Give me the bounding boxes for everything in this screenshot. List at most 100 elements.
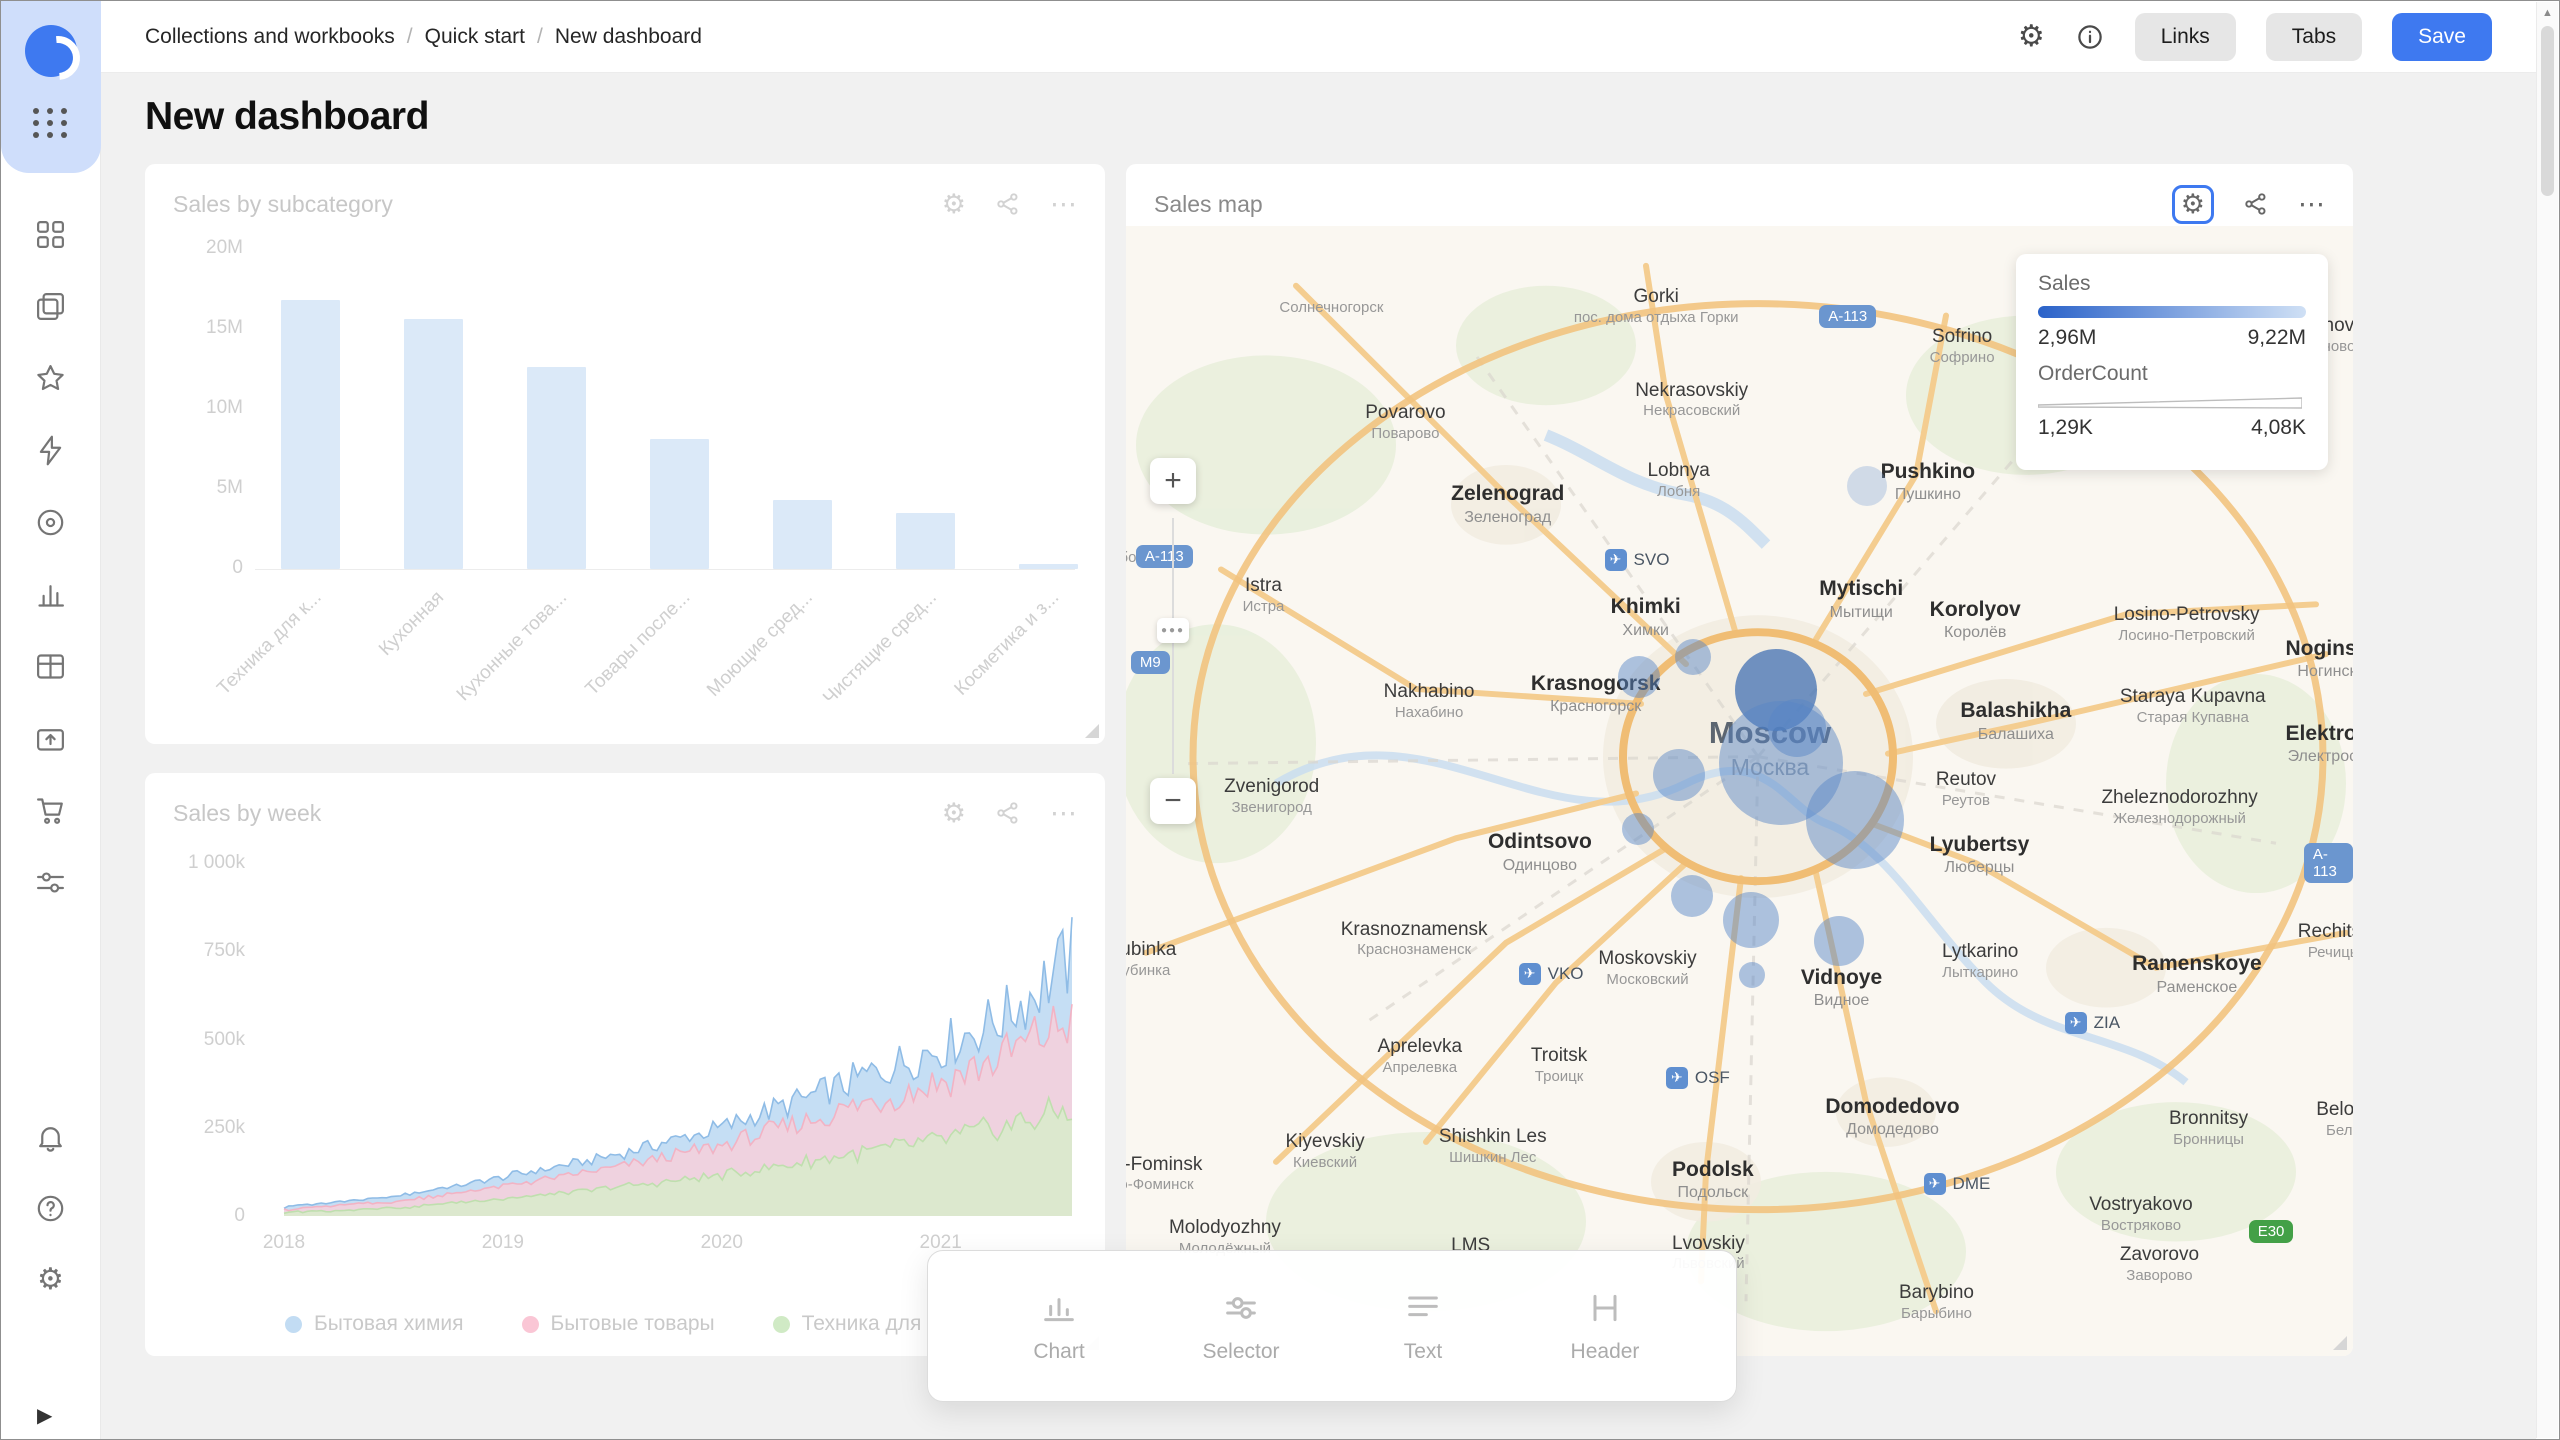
bar[interactable]: [650, 439, 709, 569]
map-place-label: ZavorovoЗаворово: [2120, 1243, 2199, 1286]
breadcrumb-separator: /: [537, 25, 543, 49]
map-place-label: OdintsovoОдинцово: [1488, 829, 1592, 875]
sidebar-item-services[interactable]: [31, 502, 71, 542]
zoom-out-button[interactable]: −: [1150, 778, 1196, 824]
sidebar-item-tables[interactable]: [31, 646, 71, 686]
add-header-button[interactable]: Header: [1530, 1288, 1680, 1364]
map-place-label: VostryakovoВостряково: [2089, 1193, 2193, 1236]
airport-marker: ✈OSF: [1666, 1067, 1730, 1089]
settings-gear-icon[interactable]: ⚙: [31, 1260, 71, 1300]
legend-item[interactable]: Бытовая химия: [285, 1312, 464, 1336]
road-shield-badge: A-113: [1136, 545, 1193, 568]
bar[interactable]: [404, 319, 463, 569]
map-place-label: RechitsyРечицы: [2298, 920, 2353, 963]
map-place-label: MytischiМытищи: [1819, 576, 1903, 622]
x-tick: Товары после...: [582, 587, 695, 700]
map-bubble[interactable]: [1675, 639, 1711, 675]
map-place-label: PovarovoПоварово: [1365, 401, 1445, 444]
sidebar-collapse-button[interactable]: ▶: [37, 1403, 52, 1427]
plane-icon: ✈: [1519, 963, 1541, 985]
map-bubble[interactable]: [1622, 813, 1654, 845]
legend-item[interactable]: Техника для: [773, 1312, 922, 1336]
map-bubble[interactable]: [1653, 749, 1705, 801]
map-bubble[interactable]: [1618, 656, 1660, 698]
map-place-label: NekrasovskiyНекрасовский: [1635, 379, 1748, 422]
breadcrumb-collections[interactable]: Collections and workbooks: [145, 25, 395, 49]
breadcrumb-quick-start[interactable]: Quick start: [425, 25, 525, 49]
map-place-label: KhimkiХимки: [1611, 594, 1681, 640]
road-shield-badge: M9: [1131, 651, 1170, 674]
map-bubble[interactable]: [1806, 771, 1904, 869]
map-place-label: DomodedovoДомодедово: [1825, 1094, 1959, 1140]
resize-grip[interactable]: [1085, 724, 1099, 738]
zoom-in-button[interactable]: +: [1150, 458, 1196, 504]
links-button[interactable]: Links: [2135, 13, 2236, 61]
map-place-label: RamenskoyeРаменское: [2132, 951, 2262, 997]
map-place-label: Staraya KupavnaСтарая Купавна: [2120, 685, 2266, 728]
map-bubble[interactable]: [1814, 916, 1864, 966]
add-widget-panel: Chart Selector Text Header: [927, 1250, 1737, 1402]
more-icon[interactable]: ⋯: [1050, 800, 1077, 827]
save-button[interactable]: Save: [2392, 13, 2492, 61]
map-place-label: BronnitsyБронницы: [2169, 1107, 2248, 1150]
add-text-button[interactable]: Text: [1348, 1288, 1498, 1364]
map-bubble[interactable]: [1847, 466, 1887, 506]
road-shield-badge: E30: [2249, 1220, 2294, 1243]
tabs-button[interactable]: Tabs: [2266, 13, 2362, 61]
sidebar-item-editor[interactable]: [31, 430, 71, 470]
map-bubble[interactable]: [1723, 892, 1779, 948]
bar[interactable]: [527, 367, 586, 569]
more-icon[interactable]: ⋯: [2298, 191, 2325, 218]
datalens-logo[interactable]: [25, 25, 77, 77]
map-bubble[interactable]: [1739, 962, 1765, 988]
add-selector-button[interactable]: Selector: [1166, 1288, 1316, 1364]
gear-icon[interactable]: ⚙: [2181, 191, 2205, 218]
sidebar-item-market[interactable]: [31, 790, 71, 830]
add-header-label: Header: [1571, 1340, 1640, 1364]
sidebar-item-collections[interactable]: [31, 286, 71, 326]
scroll-up-arrow[interactable]: ▲: [2537, 2, 2558, 24]
sidebar-logo-area: [1, 1, 101, 173]
zoom-slider-handle[interactable]: ●●●: [1157, 618, 1189, 643]
sidebar-item-flows[interactable]: [31, 862, 71, 902]
share-icon[interactable]: [994, 799, 1022, 827]
sidebar-item-charts[interactable]: [31, 574, 71, 614]
share-icon[interactable]: [994, 190, 1022, 218]
sidebar-item-dashboards[interactable]: [31, 214, 71, 254]
page-scrollbar[interactable]: ▲: [2536, 2, 2558, 1438]
zoom-slider-track[interactable]: [1172, 518, 1174, 774]
resize-grip[interactable]: [2333, 1336, 2347, 1350]
bar[interactable]: [773, 500, 832, 569]
airport-marker: ✈SVO: [1605, 549, 1670, 571]
add-chart-button[interactable]: Chart: [984, 1288, 1134, 1364]
dashboard-canvas: New dashboard Sales by subcategory ⚙ ⋯ 2…: [101, 73, 2536, 1439]
map-place-label: Losino-PetrovskyЛосино-Петровский: [2114, 603, 2260, 646]
more-icon[interactable]: ⋯: [1050, 191, 1077, 218]
gear-icon[interactable]: ⚙: [942, 800, 966, 827]
map-place-label: Shishkin LesШишкин Лес: [1439, 1125, 1547, 1168]
x-tick: Косметика и з...: [951, 587, 1064, 700]
map-legend-card: Sales 2,96M 9,22M OrderCount 1,29K 4,08K: [2016, 254, 2328, 470]
sidebar-item-files[interactable]: [31, 718, 71, 758]
sidebar-item-favorites[interactable]: [31, 358, 71, 398]
share-icon[interactable]: [2242, 190, 2270, 218]
focused-gear-ring: ⚙: [2172, 185, 2214, 224]
dashboard-settings-gear-icon[interactable]: ⚙: [2018, 22, 2045, 52]
info-icon[interactable]: [2075, 22, 2105, 52]
breadcrumb: Collections and workbooks / Quick start …: [145, 25, 702, 49]
chart-legend: Бытовая химия Бытовые товары Техника для: [285, 1312, 921, 1336]
map-place-label: VidnoyeВидное: [1801, 965, 1882, 1011]
notifications-bell-icon[interactable]: [31, 1116, 71, 1156]
bar[interactable]: [896, 513, 955, 569]
help-icon[interactable]: [31, 1188, 71, 1228]
map-bubble[interactable]: [1671, 875, 1713, 917]
legend-item[interactable]: Бытовые товары: [522, 1312, 715, 1336]
scrollbar-thumb[interactable]: [2541, 26, 2554, 196]
widget-title: Sales by subcategory: [173, 191, 393, 218]
bar[interactable]: [281, 300, 340, 569]
gear-icon[interactable]: ⚙: [942, 191, 966, 218]
bar[interactable]: [1019, 564, 1078, 569]
apps-grid-icon[interactable]: [31, 103, 71, 143]
add-text-label: Text: [1404, 1340, 1443, 1364]
map-canvas[interactable]: СолнечногорскGorkiпос. дома отдыха Горки…: [1126, 226, 2353, 1356]
